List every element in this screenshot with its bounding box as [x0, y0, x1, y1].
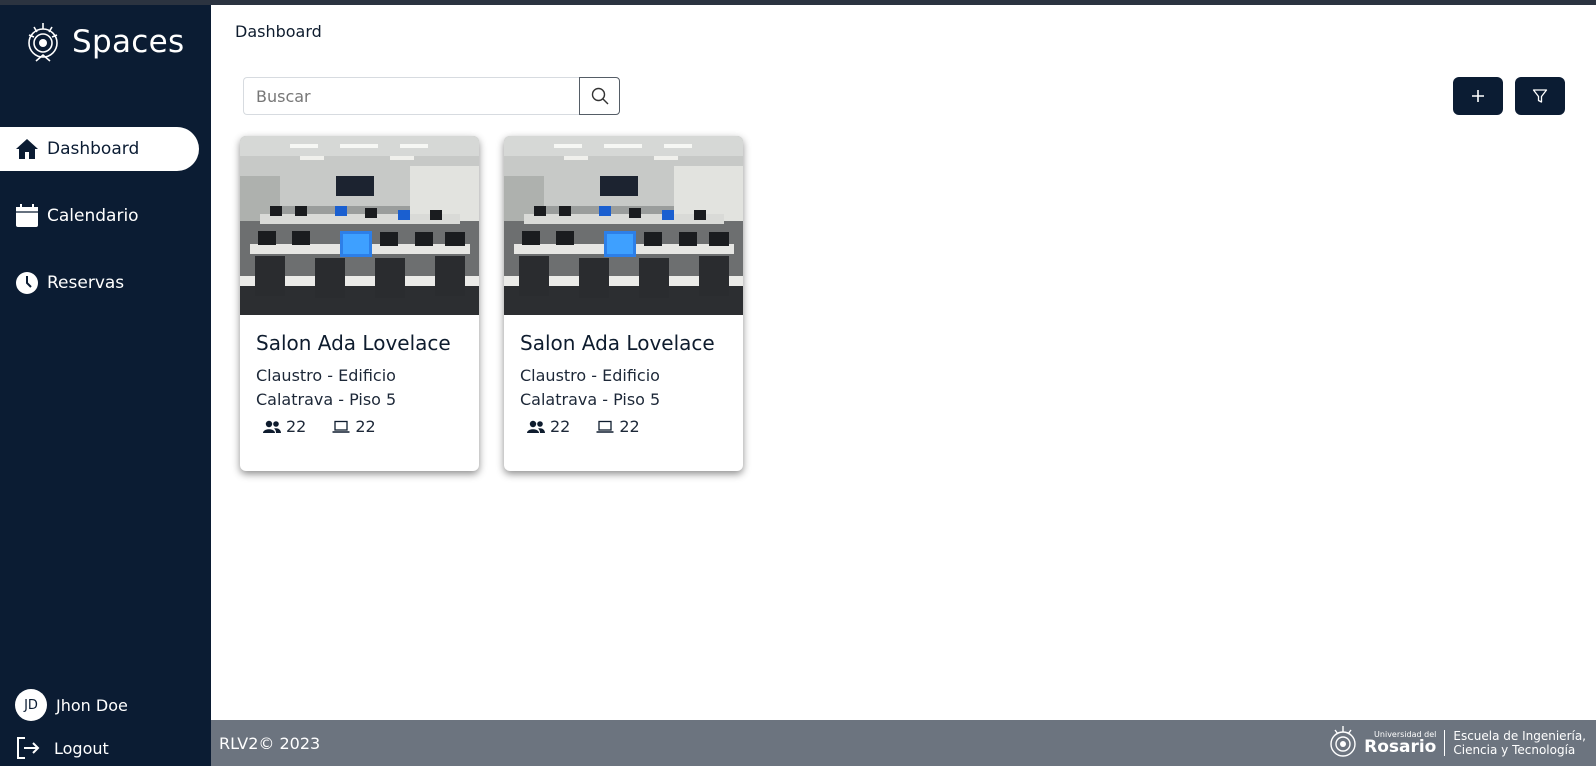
- top-strip: [0, 0, 1596, 5]
- space-card[interactable]: Salon Ada Lovelace Claustro - Edificio C…: [240, 136, 479, 471]
- footer-divider: [1444, 730, 1446, 756]
- people-icon: [527, 420, 545, 433]
- classroom-photo: [504, 136, 743, 315]
- university-name: Universidad del Rosario: [1364, 730, 1437, 757]
- school-line-2: Ciencia y Tecnología: [1453, 743, 1576, 757]
- copyright-text: RLV2© 2023: [219, 734, 321, 753]
- sidebar-item-label: Calendario: [47, 206, 139, 226]
- sidebar-item-calendario[interactable]: Calendario: [0, 194, 199, 238]
- search-input[interactable]: [243, 77, 579, 115]
- capacity-value: 22: [286, 417, 307, 436]
- capacity-stat: 22: [263, 417, 306, 436]
- university-big-text: Rosario: [1364, 736, 1437, 757]
- capacity-stat: 22: [527, 417, 570, 436]
- logout-icon: [17, 737, 40, 759]
- card-title: Salon Ada Lovelace: [520, 331, 715, 355]
- brand[interactable]: Spaces: [22, 19, 184, 65]
- search-bar: [243, 77, 620, 115]
- plus-icon: [1472, 90, 1484, 102]
- university-logo: Universidad del Rosario Escuela de Ingen…: [1326, 723, 1586, 763]
- sidebar-item-label: Dashboard: [47, 139, 140, 159]
- card-stats: 22 22: [527, 417, 666, 436]
- laptop-icon: [596, 420, 614, 433]
- logout-button[interactable]: Logout: [15, 735, 109, 761]
- sidebar-item-label: Reservas: [47, 273, 125, 293]
- sidebar-item-dashboard[interactable]: Dashboard: [0, 127, 199, 171]
- footer: RLV2© 2023 Universidad del Rosario Escue…: [211, 720, 1596, 766]
- breadcrumb: Dashboard: [235, 22, 322, 41]
- user-name: Jhon Doe: [56, 695, 128, 715]
- app-name: Spaces: [72, 24, 185, 60]
- university-seal-icon: [28, 23, 58, 62]
- computers-stat: 22: [332, 417, 376, 436]
- filter-button[interactable]: [1515, 77, 1565, 115]
- computers-value: 22: [619, 417, 640, 436]
- search-icon: [591, 87, 608, 105]
- classroom-photo: [240, 136, 479, 315]
- clock-icon: [14, 270, 40, 296]
- filter-icon: [1532, 89, 1548, 103]
- computers-stat: 22: [596, 417, 640, 436]
- logout-label: Logout: [54, 738, 109, 758]
- add-space-button[interactable]: [1453, 77, 1503, 115]
- capacity-value: 22: [550, 417, 571, 436]
- laptop-icon: [332, 420, 350, 433]
- home-icon: [14, 136, 40, 162]
- card-location: Claustro - Edificio Calatrava - Piso 5: [256, 366, 397, 409]
- search-button[interactable]: [579, 77, 620, 115]
- school-name: Escuela de Ingeniería, Ciencia y Tecnolo…: [1453, 729, 1586, 757]
- user-profile[interactable]: JD Jhon Doe: [15, 689, 128, 721]
- card-stats: 22 22: [263, 417, 402, 436]
- people-icon: [263, 420, 281, 433]
- sidebar-item-reservas[interactable]: Reservas: [0, 261, 199, 305]
- avatar: JD: [15, 689, 47, 721]
- calendar-icon: [14, 203, 40, 229]
- computers-value: 22: [355, 417, 376, 436]
- university-seal-icon: [1330, 726, 1356, 757]
- card-title: Salon Ada Lovelace: [256, 331, 451, 355]
- space-card[interactable]: Salon Ada Lovelace Claustro - Edificio C…: [504, 136, 743, 471]
- school-line-1: Escuela de Ingeniería,: [1453, 729, 1586, 743]
- card-location: Claustro - Edificio Calatrava - Piso 5: [520, 366, 661, 409]
- sidebar: Spaces Dashboard Calendario Reservas JD …: [0, 5, 211, 766]
